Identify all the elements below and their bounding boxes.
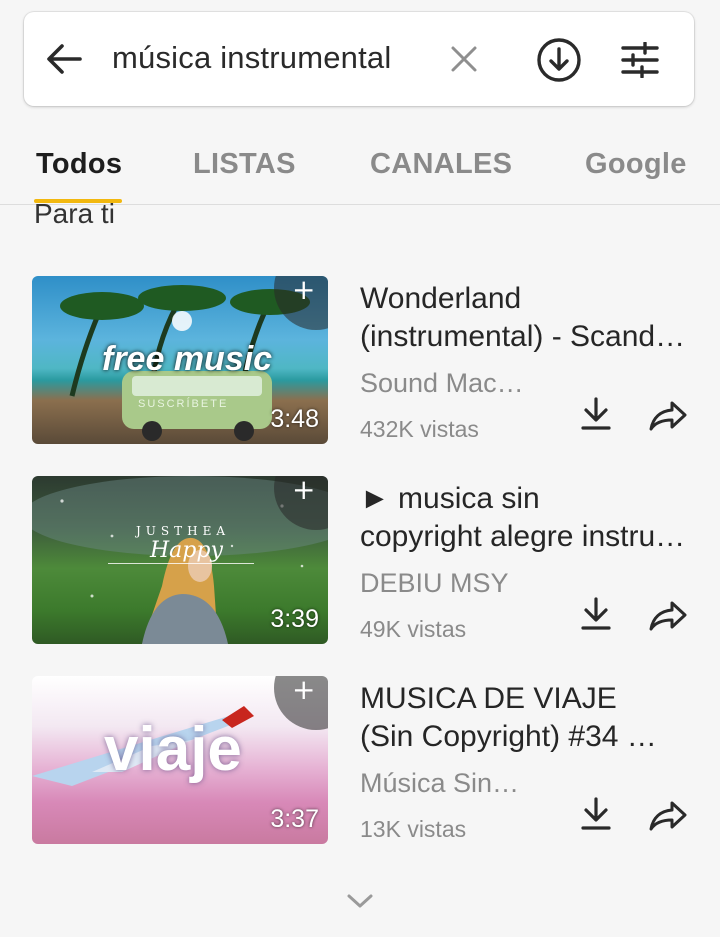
video-thumbnail[interactable]: viaje + 3:37 xyxy=(32,676,328,844)
video-title[interactable]: Wonderland (instrumental) - Scandinavian… xyxy=(360,280,690,356)
video-title[interactable]: ► musica sin copyright alegre instrument… xyxy=(360,480,690,556)
share-button[interactable] xyxy=(646,396,690,436)
view-count: 49K vistas xyxy=(360,616,467,642)
download-icon xyxy=(581,397,611,430)
back-button[interactable] xyxy=(42,39,86,79)
plus-icon: + xyxy=(292,476,316,506)
video-duration: 3:48 xyxy=(270,405,319,433)
share-button[interactable] xyxy=(646,596,690,636)
arrow-left-icon xyxy=(47,44,82,74)
download-manager-button[interactable] xyxy=(534,37,584,83)
tune-sliders-icon xyxy=(621,42,659,78)
channel-name[interactable]: DEBIU MSY xyxy=(360,568,509,599)
video-duration: 3:37 xyxy=(270,805,319,833)
channel-name[interactable]: Sound Mac… xyxy=(360,368,524,399)
share-button[interactable] xyxy=(646,796,690,836)
download-icon xyxy=(581,597,611,630)
view-count: 13K vistas xyxy=(360,816,467,842)
channel-name[interactable]: Música Sin… xyxy=(360,768,519,799)
tab-google[interactable]: Google xyxy=(585,148,687,181)
view-count: 432K vistas xyxy=(360,416,479,442)
thumbnail-caption: viaje xyxy=(104,715,242,784)
list-item[interactable]: free music SUSCRÍBETE + 3:48 Wonderland … xyxy=(0,276,720,446)
download-button[interactable] xyxy=(576,594,616,634)
share-arrow-icon xyxy=(649,601,687,631)
search-bar: música instrumental xyxy=(24,12,694,106)
clear-search-button[interactable] xyxy=(442,39,486,79)
thumbnail-subcaption: SUSCRÍBETE xyxy=(138,398,229,410)
close-icon xyxy=(451,46,477,72)
share-arrow-icon xyxy=(649,801,687,831)
video-duration: 3:39 xyxy=(270,605,319,633)
thumbnail-caption: Happy xyxy=(150,538,223,563)
tab-listas[interactable]: LISTAS xyxy=(193,148,296,181)
tab-bar: Todos LISTAS CANALES Google xyxy=(0,140,720,205)
plus-icon: + xyxy=(292,276,316,306)
download-button[interactable] xyxy=(576,394,616,434)
thumbnail-subcaption: JUSTHEA xyxy=(136,524,231,538)
video-thumbnail[interactable]: free music SUSCRÍBETE + 3:48 xyxy=(32,276,328,444)
video-title[interactable]: MUSICA DE VIAJE (Sin Copyright) #34 … xyxy=(360,680,690,756)
section-heading: Para ti xyxy=(34,198,115,229)
thumbnail-caption: free music xyxy=(102,340,273,378)
download-icon xyxy=(581,797,611,830)
list-item[interactable]: JUSTHEA Happy + 3:39 ► musica sin copyri… xyxy=(0,476,720,646)
tab-todos[interactable]: Todos xyxy=(36,148,122,181)
filter-button[interactable] xyxy=(616,39,664,81)
share-arrow-icon xyxy=(649,401,687,431)
thumbnail-divider xyxy=(108,563,254,564)
chevron-down-icon xyxy=(347,894,373,908)
plus-icon: + xyxy=(292,676,316,706)
search-input[interactable]: música instrumental xyxy=(112,40,391,76)
list-item[interactable]: viaje + 3:37 MUSICA DE VIAJE (Sin Copyri… xyxy=(0,676,720,846)
download-button[interactable] xyxy=(576,794,616,834)
show-more-button[interactable] xyxy=(343,890,377,912)
circle-download-icon xyxy=(537,38,581,82)
tab-canales[interactable]: CANALES xyxy=(370,148,512,181)
video-thumbnail[interactable]: JUSTHEA Happy + 3:39 xyxy=(32,476,328,644)
